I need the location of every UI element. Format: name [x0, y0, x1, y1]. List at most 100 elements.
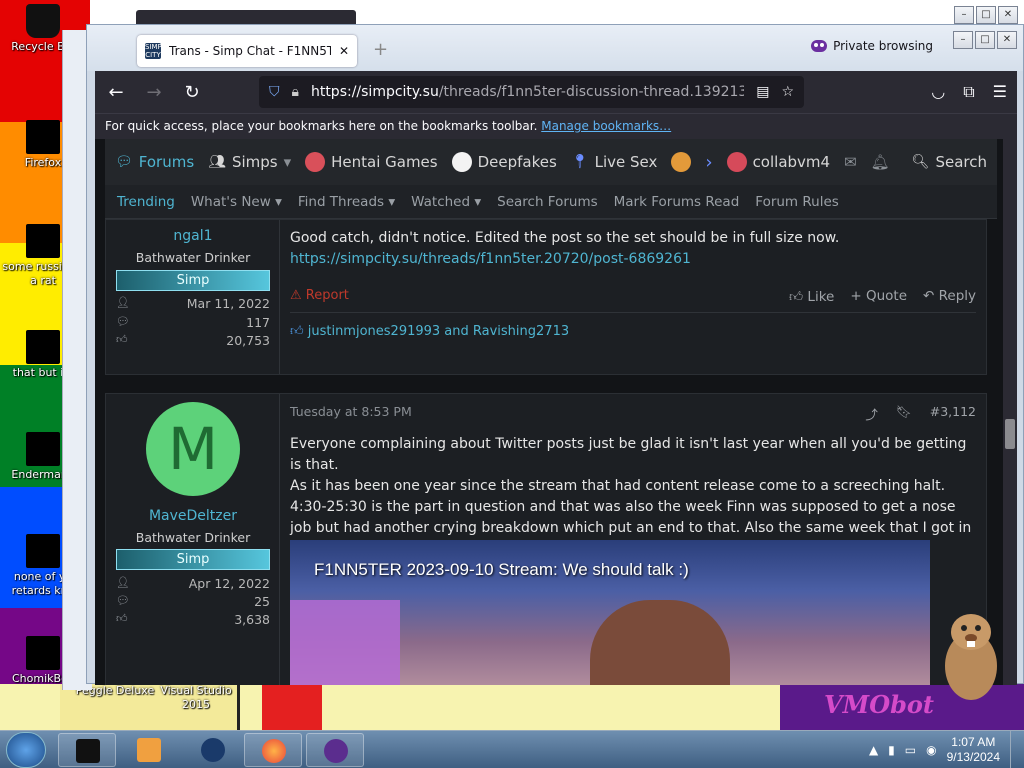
- shield-icon[interactable]: ⛉: [269, 84, 280, 100]
- post-link[interactable]: https://simpcity.su/threads/f1nn5ter.207…: [290, 249, 976, 270]
- navigation-toolbar: ← → ↻ ⛉ 🔒︎ https://simpcity.su/threads/f…: [95, 71, 1017, 113]
- nav-simps[interactable]: 👥︎ Simps ▾: [208, 153, 291, 171]
- nav-collabvm4[interactable]: collabvm4: [726, 152, 830, 172]
- taskbar-firefox-private[interactable]: [306, 733, 364, 767]
- subnav-trending[interactable]: Trending: [117, 194, 175, 210]
- lock-icon[interactable]: 🔒︎: [292, 84, 299, 100]
- chevron-down-icon: ▾: [388, 193, 396, 210]
- inbox-icon[interactable]: ✉: [844, 153, 857, 171]
- post-timestamp[interactable]: Tuesday at 8:53 PM: [290, 404, 412, 419]
- chevron-right-icon[interactable]: ›: [705, 152, 712, 173]
- reload-icon[interactable]: ↻: [181, 82, 203, 103]
- back-icon[interactable]: ←: [105, 82, 127, 103]
- post-number[interactable]: #3,112: [930, 404, 976, 423]
- volume-icon[interactable]: ◉: [926, 743, 936, 757]
- user-title: Bathwater Drinker: [135, 530, 251, 545]
- close-button[interactable]: ✕: [997, 31, 1017, 49]
- nav-hentai-games[interactable]: Hentai Games: [305, 152, 438, 172]
- tab-strip: SIMP CITY Trans - Simp Chat - F1NN5TER ✕…: [87, 25, 1023, 71]
- reactions-summary[interactable]: 👍︎ justinmjones291993 and Ravishing2713: [290, 324, 569, 339]
- avatar[interactable]: M: [146, 402, 240, 496]
- taskbar-app-3[interactable]: [184, 733, 242, 767]
- url-bar[interactable]: ⛉ 🔒︎ https://simpcity.su/threads/f1nn5te…: [259, 76, 804, 108]
- bookmark-star-icon[interactable]: ☆: [781, 84, 794, 100]
- username[interactable]: ngal1: [106, 228, 280, 244]
- c-icon: [726, 152, 747, 172]
- clock[interactable]: 1:07 AM 9/13/2024: [947, 735, 1000, 765]
- scrollbar-thumb[interactable]: [1005, 419, 1015, 449]
- maximize-button[interactable]: □: [975, 31, 995, 49]
- menu-icon[interactable]: ☰: [993, 82, 1007, 102]
- report-button[interactable]: ⚠︎ Report: [290, 288, 349, 303]
- search-icon: 🔍︎: [911, 154, 930, 170]
- forward-icon[interactable]: →: [143, 82, 165, 103]
- display-icon[interactable]: ▭: [905, 743, 916, 757]
- network-icon[interactable]: ▮: [888, 743, 895, 757]
- maximize-button[interactable]: □: [976, 6, 996, 24]
- start-button[interactable]: [6, 732, 46, 768]
- subnav-search-forums[interactable]: Search Forums: [497, 194, 598, 210]
- media-player-icon: [137, 738, 161, 762]
- bookmark-icon[interactable]: 🔖︎: [896, 404, 912, 423]
- toolbar-right: ◡ ⧉ ☰: [931, 82, 1007, 102]
- chomikbox-icon: [26, 636, 60, 670]
- chevron-down-icon: ▾: [474, 193, 482, 210]
- taskbar-firefox[interactable]: [244, 733, 302, 767]
- simpcity-favicon-icon: SIMP CITY: [145, 43, 162, 59]
- shortcut-icon: [26, 224, 60, 258]
- user-icon: 👤︎: [116, 296, 130, 309]
- taskbar-app-2[interactable]: [120, 733, 178, 767]
- reply-button[interactable]: ↶ Reply: [923, 288, 976, 305]
- thumbs-up-icon: 👍︎: [116, 612, 128, 625]
- new-tab-button[interactable]: +: [373, 39, 388, 60]
- subnav-whats-new[interactable]: What's New ▾: [191, 194, 282, 210]
- post-actions: 👍︎ Like + Quote ↶ Reply: [789, 288, 976, 305]
- subnav-mark-read[interactable]: Mark Forums Read: [614, 194, 740, 210]
- video-title: F1NN5TER 2023-09-10 Stream: We should ta…: [314, 560, 689, 579]
- close-button[interactable]: ✕: [998, 6, 1018, 24]
- username[interactable]: MaveDeltzer: [106, 508, 280, 524]
- desktop-icon-visual-studio[interactable]: Visual Studio 2015: [156, 684, 236, 712]
- tray-expand-icon[interactable]: ▲: [869, 743, 878, 757]
- show-desktop-button[interactable]: [1010, 731, 1020, 768]
- browser-tab[interactable]: SIMP CITY Trans - Simp Chat - F1NN5TER ✕: [137, 35, 357, 67]
- background-window-controls: – □ ✕: [954, 6, 1018, 24]
- tab-close-icon[interactable]: ✕: [339, 44, 349, 58]
- embedded-video[interactable]: F1NN5TER 2023-09-10 Stream: We should ta…: [290, 540, 930, 685]
- page-content: 💬︎ Forums 👥︎ Simps ▾ Hentai Games Deepfakes…: [95, 139, 1017, 685]
- share-icon[interactable]: ⤴: [865, 404, 878, 423]
- joined-row: 👤︎ Apr 12, 2022: [116, 576, 270, 591]
- bookmarks-toolbar: For quick access, place your bookmarks h…: [95, 113, 1017, 139]
- shortcut-icon: [26, 330, 60, 364]
- nav-deepfakes[interactable]: Deepfakes: [451, 152, 557, 172]
- comment-icon: 💬︎: [116, 594, 130, 607]
- taskbar-app-1[interactable]: [58, 733, 116, 767]
- pocket-icon[interactable]: ◡: [931, 82, 945, 102]
- dark-app-icon: [76, 739, 100, 763]
- nav-search[interactable]: 🔍︎ Search: [912, 153, 987, 171]
- url-text[interactable]: https://simpcity.su/threads/f1nn5ter-dis…: [311, 84, 744, 100]
- avatar-icon[interactable]: [671, 152, 692, 172]
- video-frame-person: [590, 600, 730, 685]
- bell-icon[interactable]: 🔔︎: [871, 153, 890, 171]
- nav-forums[interactable]: 💬︎ Forums: [115, 153, 194, 171]
- subnav-watched[interactable]: Watched ▾: [411, 194, 481, 210]
- recycle-bin-icon: [26, 4, 60, 38]
- extensions-icon[interactable]: ⧉: [963, 82, 974, 102]
- minimize-button[interactable]: –: [954, 6, 974, 24]
- manage-bookmarks-link[interactable]: Manage bookmarks…: [541, 119, 671, 133]
- subnav-forum-rules[interactable]: Forum Rules: [755, 194, 839, 210]
- divider: [290, 312, 976, 313]
- shortcut-icon: [26, 432, 60, 466]
- minimize-button[interactable]: –: [953, 31, 973, 49]
- post-header-actions: ⤴ 🔖︎ #3,112: [865, 404, 976, 423]
- nav-live-sex[interactable]: 📍︎ Live Sex: [571, 153, 658, 171]
- subnav-find-threads[interactable]: Find Threads ▾: [298, 194, 395, 210]
- user-pane: M MaveDeltzer Bathwater Drinker Simp 👤︎ A…: [106, 394, 280, 685]
- chat-icon: 💬︎: [115, 154, 133, 170]
- like-button[interactable]: 👍︎ Like: [789, 288, 834, 305]
- user-pane: ngal1 Bathwater Drinker Simp 👤︎ Mar 11, 2…: [106, 220, 280, 374]
- quote-button[interactable]: + Quote: [850, 288, 907, 305]
- deepfake-icon: [451, 152, 472, 172]
- reader-view-icon[interactable]: ▤: [756, 84, 769, 100]
